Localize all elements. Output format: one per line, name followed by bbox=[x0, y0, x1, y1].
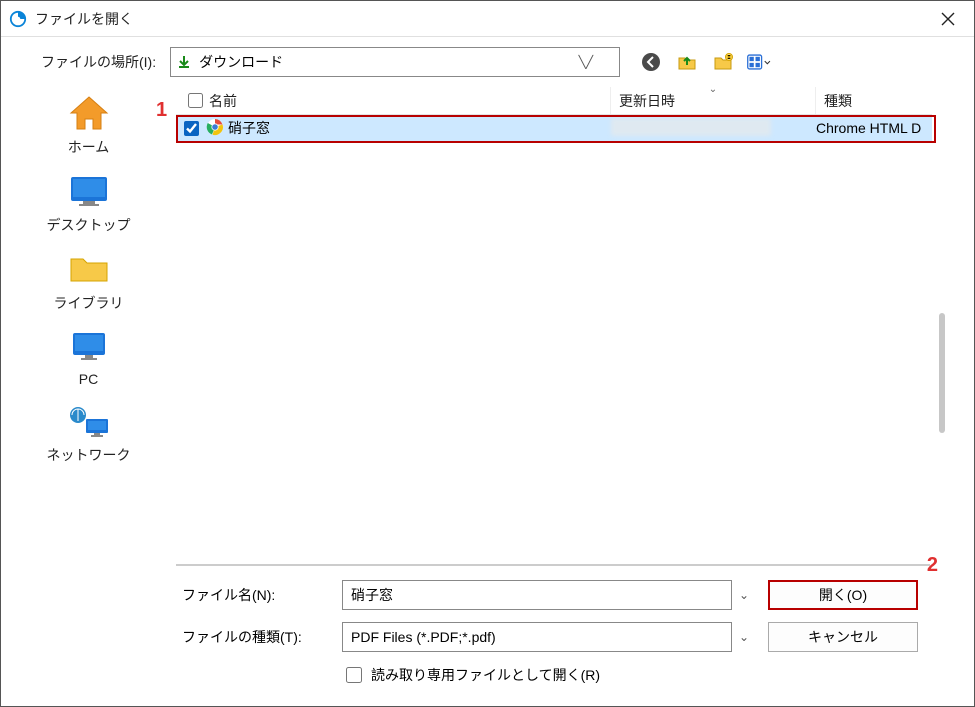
file-date-redacted bbox=[611, 118, 771, 136]
chrome-icon bbox=[206, 118, 224, 139]
cancel-button[interactable]: キャンセル bbox=[768, 622, 918, 652]
new-folder-button[interactable] bbox=[710, 49, 736, 75]
header-name-label: 名前 bbox=[209, 91, 237, 111]
desktop-icon bbox=[66, 171, 112, 211]
titlebar: ファイルを開く bbox=[1, 1, 974, 37]
cancel-button-label: キャンセル bbox=[808, 627, 878, 647]
view-menu-button[interactable] bbox=[746, 49, 772, 75]
place-network[interactable]: ネットワーク bbox=[29, 401, 149, 465]
up-folder-button[interactable] bbox=[674, 49, 700, 75]
filename-input[interactable]: 硝子窓 bbox=[342, 580, 732, 610]
file-list: 名前 ⌄ 更新日時 種類 bbox=[176, 87, 932, 558]
app-icon bbox=[9, 10, 27, 28]
filetype-dropdown[interactable]: ⌄ bbox=[732, 630, 756, 644]
select-all-checkbox[interactable] bbox=[188, 93, 203, 108]
sort-caret-icon: ⌄ bbox=[709, 84, 717, 95]
filetype-value: PDF Files (*.PDF;*.pdf) bbox=[351, 629, 723, 645]
place-label: PC bbox=[79, 371, 98, 387]
network-icon bbox=[66, 401, 112, 441]
file-kind: Chrome HTML D bbox=[816, 120, 932, 136]
file-row[interactable]: 硝子窓 Chrome HTML D bbox=[176, 115, 932, 141]
readonly-checkbox[interactable] bbox=[346, 667, 362, 683]
open-button[interactable]: 開く(O) bbox=[768, 580, 918, 610]
open-file-dialog: ファイルを開く ファイルの場所(I): ダウンロード ╲╱ bbox=[0, 0, 975, 707]
scrollbar-thumb[interactable] bbox=[939, 313, 945, 433]
place-label: ネットワーク bbox=[47, 445, 131, 465]
close-button[interactable] bbox=[924, 1, 972, 37]
filename-dropdown[interactable]: ⌄ bbox=[732, 588, 756, 602]
location-value: ダウンロード bbox=[199, 52, 559, 72]
annotation-2-number: 2 bbox=[927, 554, 938, 577]
open-button-label: 開く(O) bbox=[819, 585, 867, 605]
bottom-form: 2 ファイル名(N): 硝子窓 ⌄ 開く(O) ファイルの種類(T): PDF … bbox=[176, 576, 952, 706]
filetype-combo[interactable]: PDF Files (*.PDF;*.pdf) bbox=[342, 622, 732, 652]
header-date-label: 更新日時 bbox=[619, 91, 675, 111]
column-headers: 名前 ⌄ 更新日時 種類 bbox=[176, 87, 932, 115]
filename-value: 硝子窓 bbox=[351, 585, 723, 605]
place-label: デスクトップ bbox=[47, 215, 131, 235]
place-pc[interactable]: PC bbox=[29, 327, 149, 387]
divider bbox=[176, 564, 930, 566]
row-checkbox[interactable] bbox=[184, 121, 199, 136]
header-kind-label: 種類 bbox=[824, 91, 852, 111]
location-label: ファイルの場所(I): bbox=[41, 52, 156, 72]
file-name: 硝子窓 bbox=[228, 118, 270, 138]
place-label: ライブラリ bbox=[54, 293, 124, 313]
place-desktop[interactable]: デスクトップ bbox=[29, 171, 149, 235]
place-label: ホーム bbox=[68, 137, 110, 157]
home-icon bbox=[66, 93, 112, 133]
location-combo[interactable]: ダウンロード ╲╱ bbox=[170, 47, 620, 77]
chevron-down-icon: ╲╱ bbox=[559, 55, 613, 69]
back-button[interactable] bbox=[638, 49, 664, 75]
place-home[interactable]: ホーム bbox=[29, 93, 149, 157]
places-sidebar: ホーム デスクトップ ライブラリ PC bbox=[1, 87, 176, 706]
location-toolbar: ファイルの場所(I): ダウンロード ╲╱ bbox=[1, 37, 974, 87]
readonly-label: 読み取り専用ファイルとして開く(R) bbox=[371, 665, 600, 685]
filename-label: ファイル名(N): bbox=[182, 585, 342, 605]
header-kind[interactable]: 種類 bbox=[816, 87, 932, 114]
folder-icon bbox=[66, 249, 112, 289]
filetype-label: ファイルの種類(T): bbox=[182, 627, 342, 647]
header-date[interactable]: ⌄ 更新日時 bbox=[611, 87, 816, 114]
scrollbar[interactable] bbox=[932, 87, 952, 558]
dialog-title: ファイルを開く bbox=[35, 9, 133, 29]
place-libraries[interactable]: ライブラリ bbox=[29, 249, 149, 313]
pc-icon bbox=[66, 327, 112, 367]
download-arrow-icon bbox=[177, 55, 193, 69]
header-name[interactable]: 名前 bbox=[176, 87, 611, 114]
